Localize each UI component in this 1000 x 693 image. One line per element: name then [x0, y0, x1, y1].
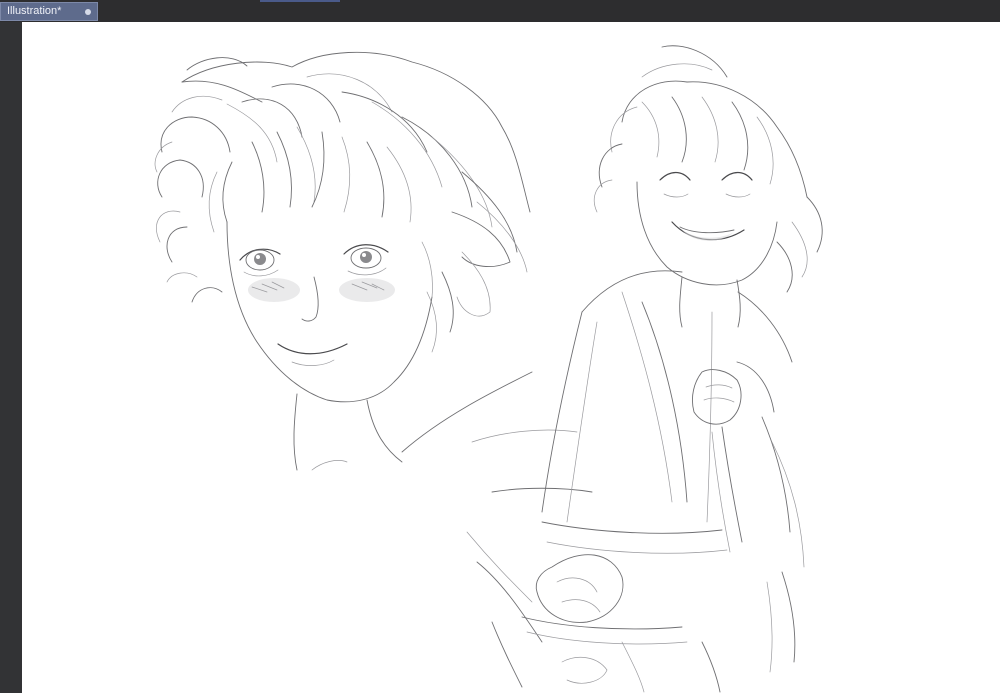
drawing-canvas[interactable] — [22, 22, 1000, 693]
right-figure-sketch — [491, 45, 823, 693]
right-eye — [343, 244, 389, 276]
sketch-artwork — [154, 45, 823, 693]
left-figure-sketch — [154, 51, 593, 643]
tab-label: Illustration* — [7, 5, 62, 17]
tab-illustration[interactable]: Illustration* — [0, 2, 98, 21]
drawing-app-window: Illustration* — [0, 0, 1000, 693]
tab-bar-accent — [260, 0, 340, 2]
document-tab-bar: Illustration* — [0, 0, 1000, 23]
left-eye — [239, 248, 281, 277]
left-scroll-gutter — [0, 22, 23, 693]
close-dot-icon[interactable] — [85, 9, 91, 15]
